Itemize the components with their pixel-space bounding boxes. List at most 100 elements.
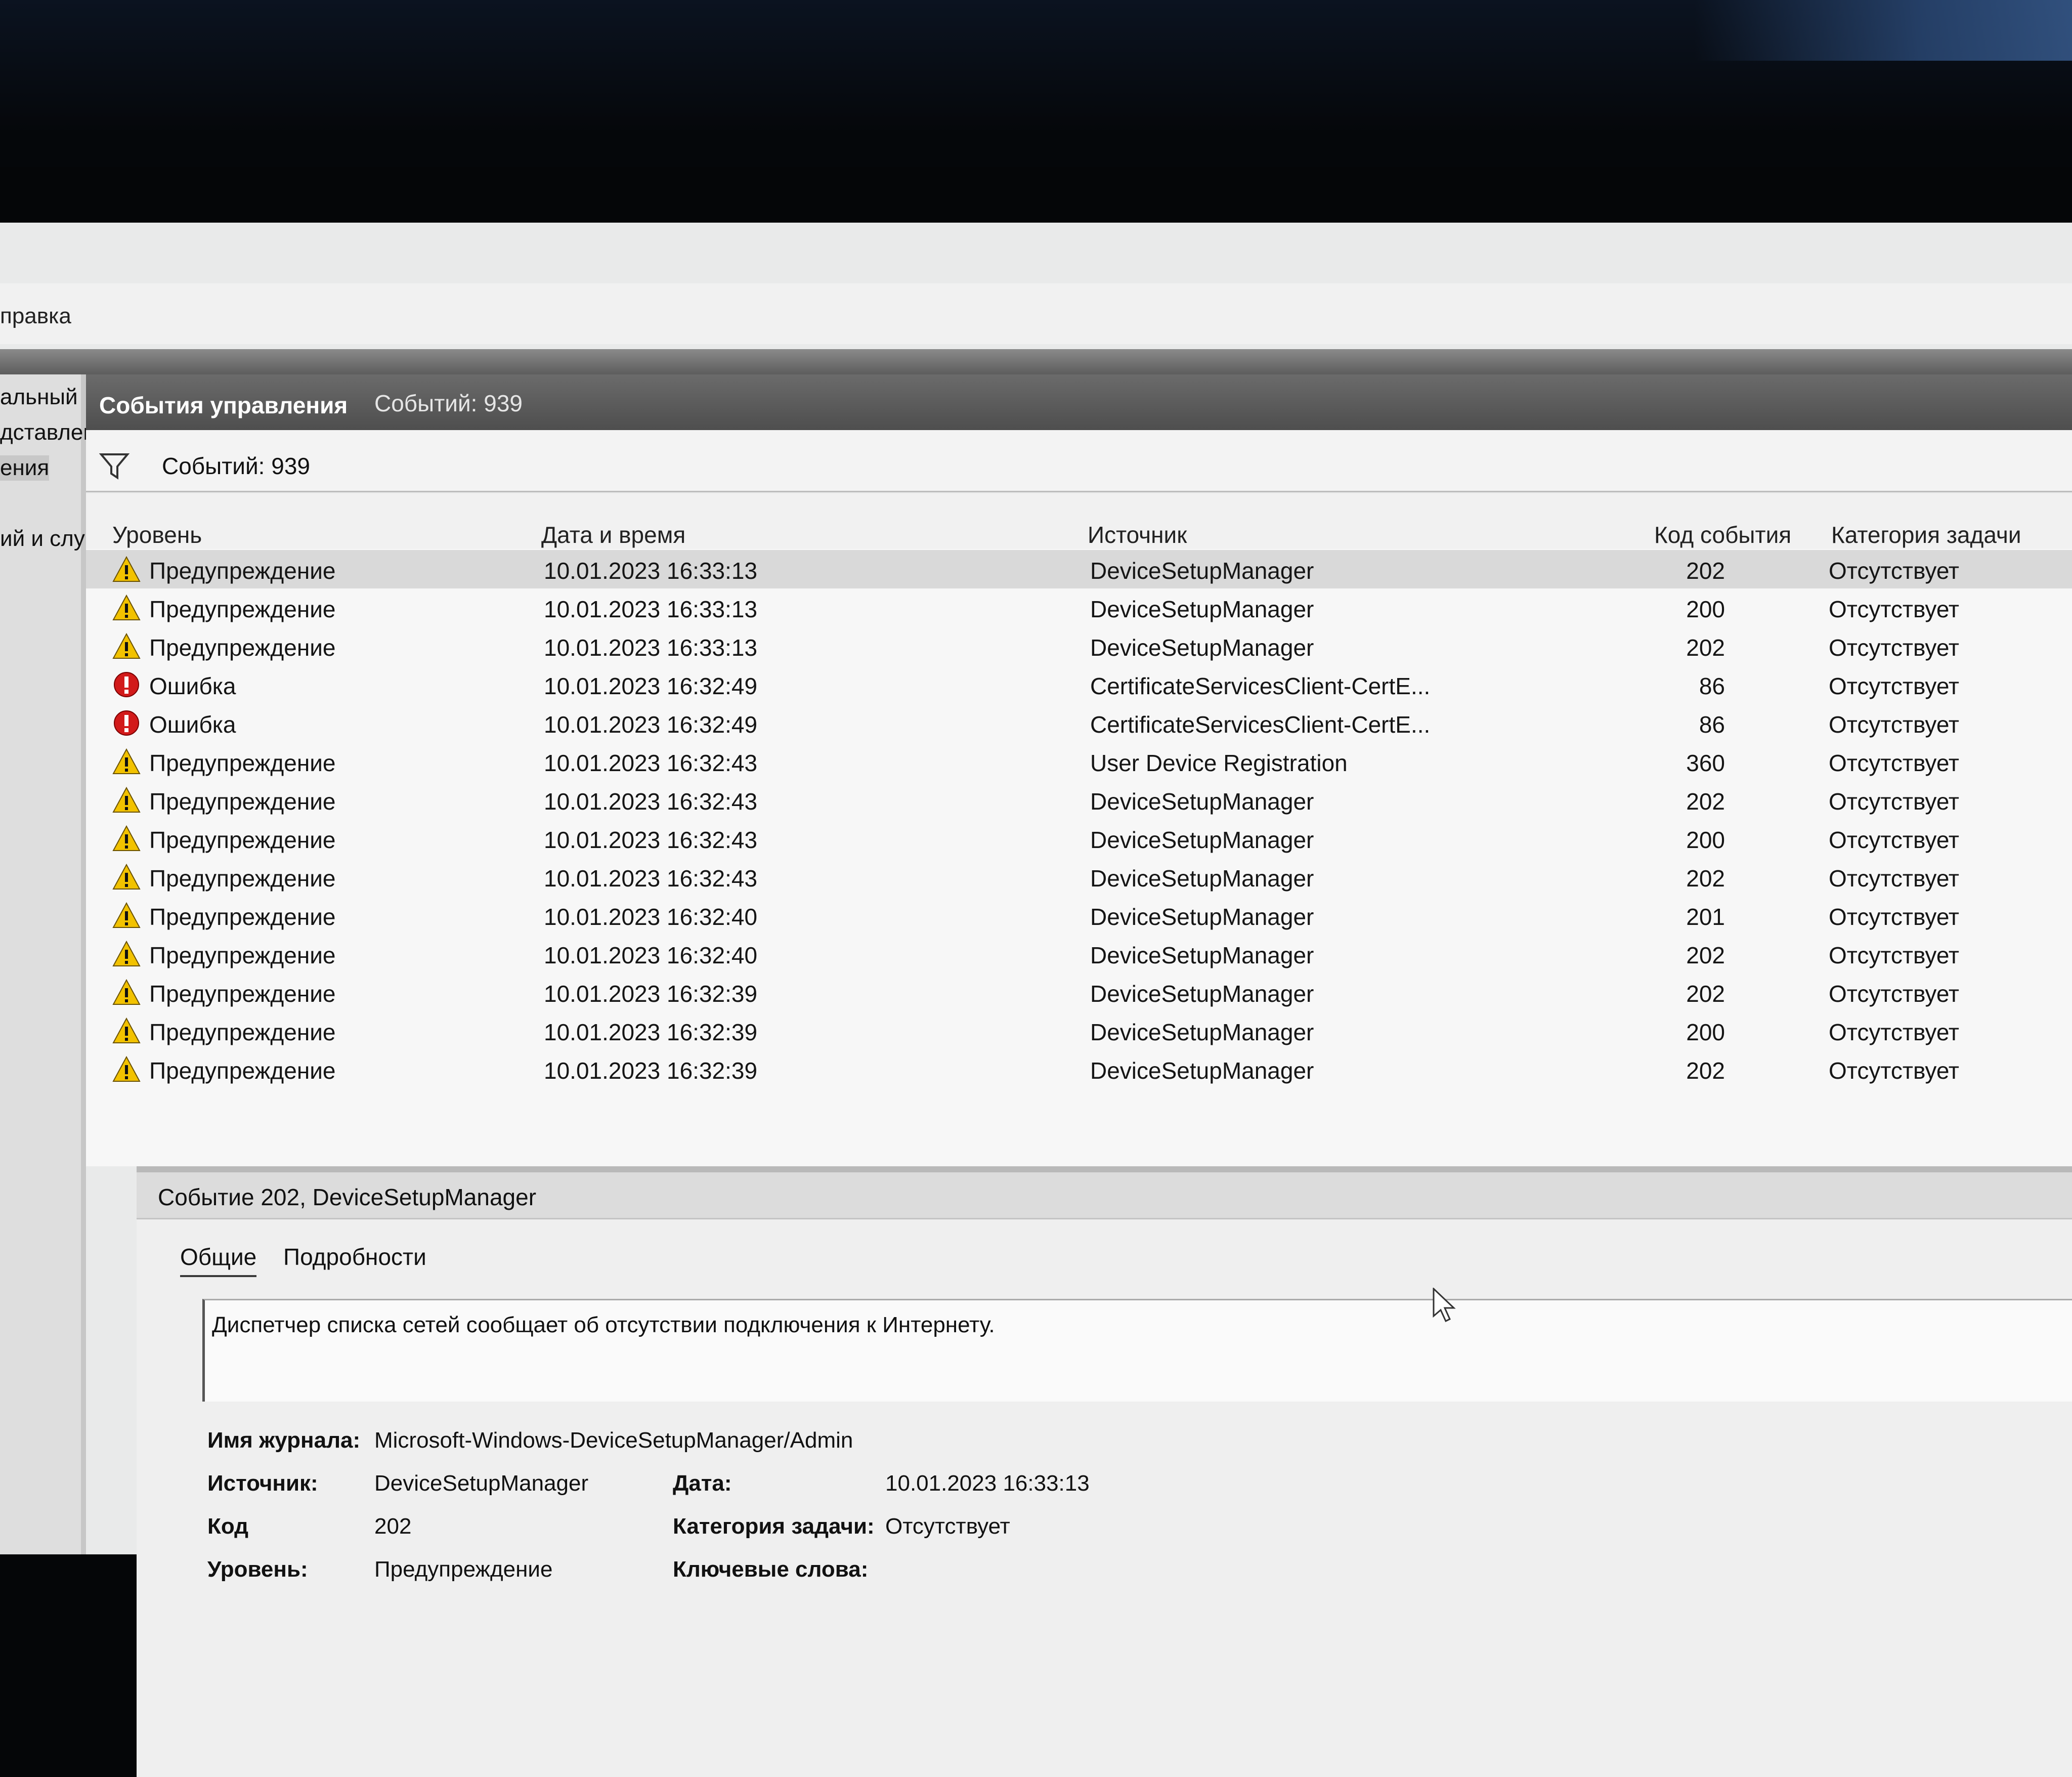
table-row[interactable]: Ошибка 10.01.2023 16:32:49 CertificateServ… <box>86 665 2072 704</box>
keywords-label: Ключевые слова: <box>673 1557 869 1582</box>
pane-splitter[interactable] <box>137 1166 2072 1172</box>
table-row[interactable]: Предупреждение 10.01.2023 16:32:43 DeviceS… <box>86 858 2072 896</box>
row-datetime: 10.01.2023 16:32:39 <box>544 1057 758 1084</box>
column-header-source[interactable]: Источник <box>1088 521 1187 548</box>
table-row[interactable]: Предупреждение 10.01.2023 16:32:39 DeviceS… <box>86 1050 2072 1088</box>
task-category-value: Отсутствует <box>885 1514 1010 1539</box>
error-icon <box>114 672 139 697</box>
tab-general[interactable]: Общие <box>180 1244 257 1277</box>
row-task-category: Отсутствует <box>1829 981 1959 1007</box>
table-row[interactable]: Предупреждение 10.01.2023 16:33:13 DeviceS… <box>86 588 2072 627</box>
row-datetime: 10.01.2023 16:32:43 <box>544 750 758 776</box>
date-label: Дата: <box>673 1471 732 1496</box>
row-event-code: 202 <box>1686 981 1725 1007</box>
row-source: DeviceSetupManager <box>1090 865 1314 892</box>
table-row[interactable]: Предупреждение 10.01.2023 16:32:40 DeviceS… <box>86 896 2072 935</box>
row-level: Предупреждение <box>149 865 336 892</box>
table-row[interactable]: Предупреждение 10.01.2023 16:32:43 DeviceS… <box>86 781 2072 819</box>
row-datetime: 10.01.2023 16:32:40 <box>544 942 758 968</box>
row-task-category: Отсутствует <box>1829 634 1959 661</box>
table-row[interactable]: Предупреждение 10.01.2023 16:32:43 User De… <box>86 742 2072 781</box>
tree-item-2[interactable]: дставлен <box>0 420 96 445</box>
filter-icon[interactable] <box>99 450 130 481</box>
row-datetime: 10.01.2023 16:33:13 <box>544 596 758 622</box>
row-event-code: 202 <box>1686 865 1725 892</box>
table-row[interactable]: Предупреждение 10.01.2023 16:33:13 DeviceS… <box>86 550 2072 588</box>
log-name-label: Имя журнала: <box>207 1428 361 1453</box>
table-row[interactable]: Ошибка 10.01.2023 16:32:49 CertificateServ… <box>86 704 2072 742</box>
row-datetime: 10.01.2023 16:32:39 <box>544 981 758 1007</box>
tree-item-selected[interactable]: ения <box>0 455 50 481</box>
row-event-code: 202 <box>1686 634 1725 661</box>
row-level: Предупреждение <box>149 1057 336 1084</box>
source-label: Источник: <box>207 1471 318 1496</box>
panel-event-count: Событий: 939 <box>374 390 523 416</box>
row-source: DeviceSetupManager <box>1090 596 1314 622</box>
toolbar-strip <box>0 349 2072 374</box>
source-value: DeviceSetupManager <box>374 1471 589 1496</box>
event-description: Диспетчер списка сетей сообщает об отсут… <box>212 1313 995 1337</box>
panel-title: События управления <box>99 392 348 418</box>
row-datetime: 10.01.2023 16:32:49 <box>544 711 758 738</box>
table-row[interactable]: Предупреждение 10.01.2023 16:33:13 DeviceS… <box>86 627 2072 665</box>
table-row[interactable]: Предупреждение 10.01.2023 16:32:40 DeviceS… <box>86 935 2072 973</box>
event-details-pane: Событие 202, DeviceSetupManager Общие По… <box>137 1172 2072 1777</box>
table-row[interactable]: Предупреждение 10.01.2023 16:32:39 DeviceS… <box>86 973 2072 1011</box>
warning-icon <box>112 594 141 620</box>
warning-icon <box>112 902 141 928</box>
column-header-level[interactable]: Уровень <box>112 521 202 548</box>
tab-details[interactable]: Подробности <box>283 1244 426 1270</box>
warning-icon <box>112 1055 141 1082</box>
column-header-event-code[interactable]: Код события <box>1654 521 1791 548</box>
row-source: User Device Registration <box>1090 750 1348 776</box>
row-level: Ошибка <box>149 711 236 738</box>
tree-item-1[interactable]: альный <box>0 385 78 410</box>
row-level: Предупреждение <box>149 558 336 584</box>
tree-item-4[interactable]: ий и слу <box>0 526 85 552</box>
details-title: Событие 202, DeviceSetupManager <box>158 1184 537 1210</box>
row-level: Предупреждение <box>149 634 336 661</box>
row-event-code: 202 <box>1686 558 1725 584</box>
column-header-task-category[interactable]: Категория задачи <box>1831 521 2021 548</box>
code-label: Код <box>207 1514 249 1539</box>
date-value: 10.01.2023 16:33:13 <box>885 1471 1090 1496</box>
error-icon <box>114 710 139 736</box>
warning-icon <box>112 1017 141 1043</box>
event-description-box[interactable]: Диспетчер списка сетей сообщает об отсут… <box>202 1299 2072 1402</box>
menu-item-help[interactable]: правка <box>0 304 71 329</box>
row-task-category: Отсутствует <box>1829 827 1959 853</box>
row-datetime: 10.01.2023 16:32:43 <box>544 865 758 892</box>
level-value: Предупреждение <box>374 1557 553 1582</box>
row-source: DeviceSetupManager <box>1090 981 1314 1007</box>
row-source: DeviceSetupManager <box>1090 1057 1314 1084</box>
table-row[interactable]: Предупреждение 10.01.2023 16:32:39 DeviceS… <box>86 1011 2072 1050</box>
row-level: Предупреждение <box>149 981 336 1007</box>
row-task-category: Отсутствует <box>1829 904 1959 930</box>
row-task-category: Отсутствует <box>1829 942 1959 968</box>
row-source: CertificateServicesClient-CertE... <box>1090 711 1431 738</box>
row-source: CertificateServicesClient-CertE... <box>1090 673 1431 699</box>
row-source: DeviceSetupManager <box>1090 1019 1314 1045</box>
warning-icon <box>112 632 141 659</box>
row-task-category: Отсутствует <box>1829 596 1959 622</box>
row-event-code: 86 <box>1699 673 1725 699</box>
mouse-cursor-icon <box>1433 1288 1456 1323</box>
event-viewer-window: правка альный дставлен ения ий и слу Соб… <box>0 223 2072 1777</box>
panel-header: События управления Событий: 939 <box>86 374 2072 430</box>
row-source: DeviceSetupManager <box>1090 634 1314 661</box>
row-level: Предупреждение <box>149 596 336 622</box>
log-name-value: Microsoft-Windows-DeviceSetupManager/Adm… <box>374 1428 853 1453</box>
monitor-bezel <box>0 0 2072 167</box>
level-label: Уровень: <box>207 1557 308 1582</box>
row-task-category: Отсутствует <box>1829 788 1959 815</box>
row-event-code: 360 <box>1686 750 1725 776</box>
column-header-datetime[interactable]: Дата и время <box>541 521 685 548</box>
row-datetime: 10.01.2023 16:32:39 <box>544 1019 758 1045</box>
row-level: Предупреждение <box>149 750 336 776</box>
row-event-code: 200 <box>1686 827 1725 853</box>
row-event-code: 200 <box>1686 1019 1725 1045</box>
row-datetime: 10.01.2023 16:32:49 <box>544 673 758 699</box>
table-row[interactable]: Предупреждение 10.01.2023 16:32:43 DeviceS… <box>86 819 2072 858</box>
warning-icon <box>112 940 141 966</box>
warning-icon <box>112 556 141 582</box>
